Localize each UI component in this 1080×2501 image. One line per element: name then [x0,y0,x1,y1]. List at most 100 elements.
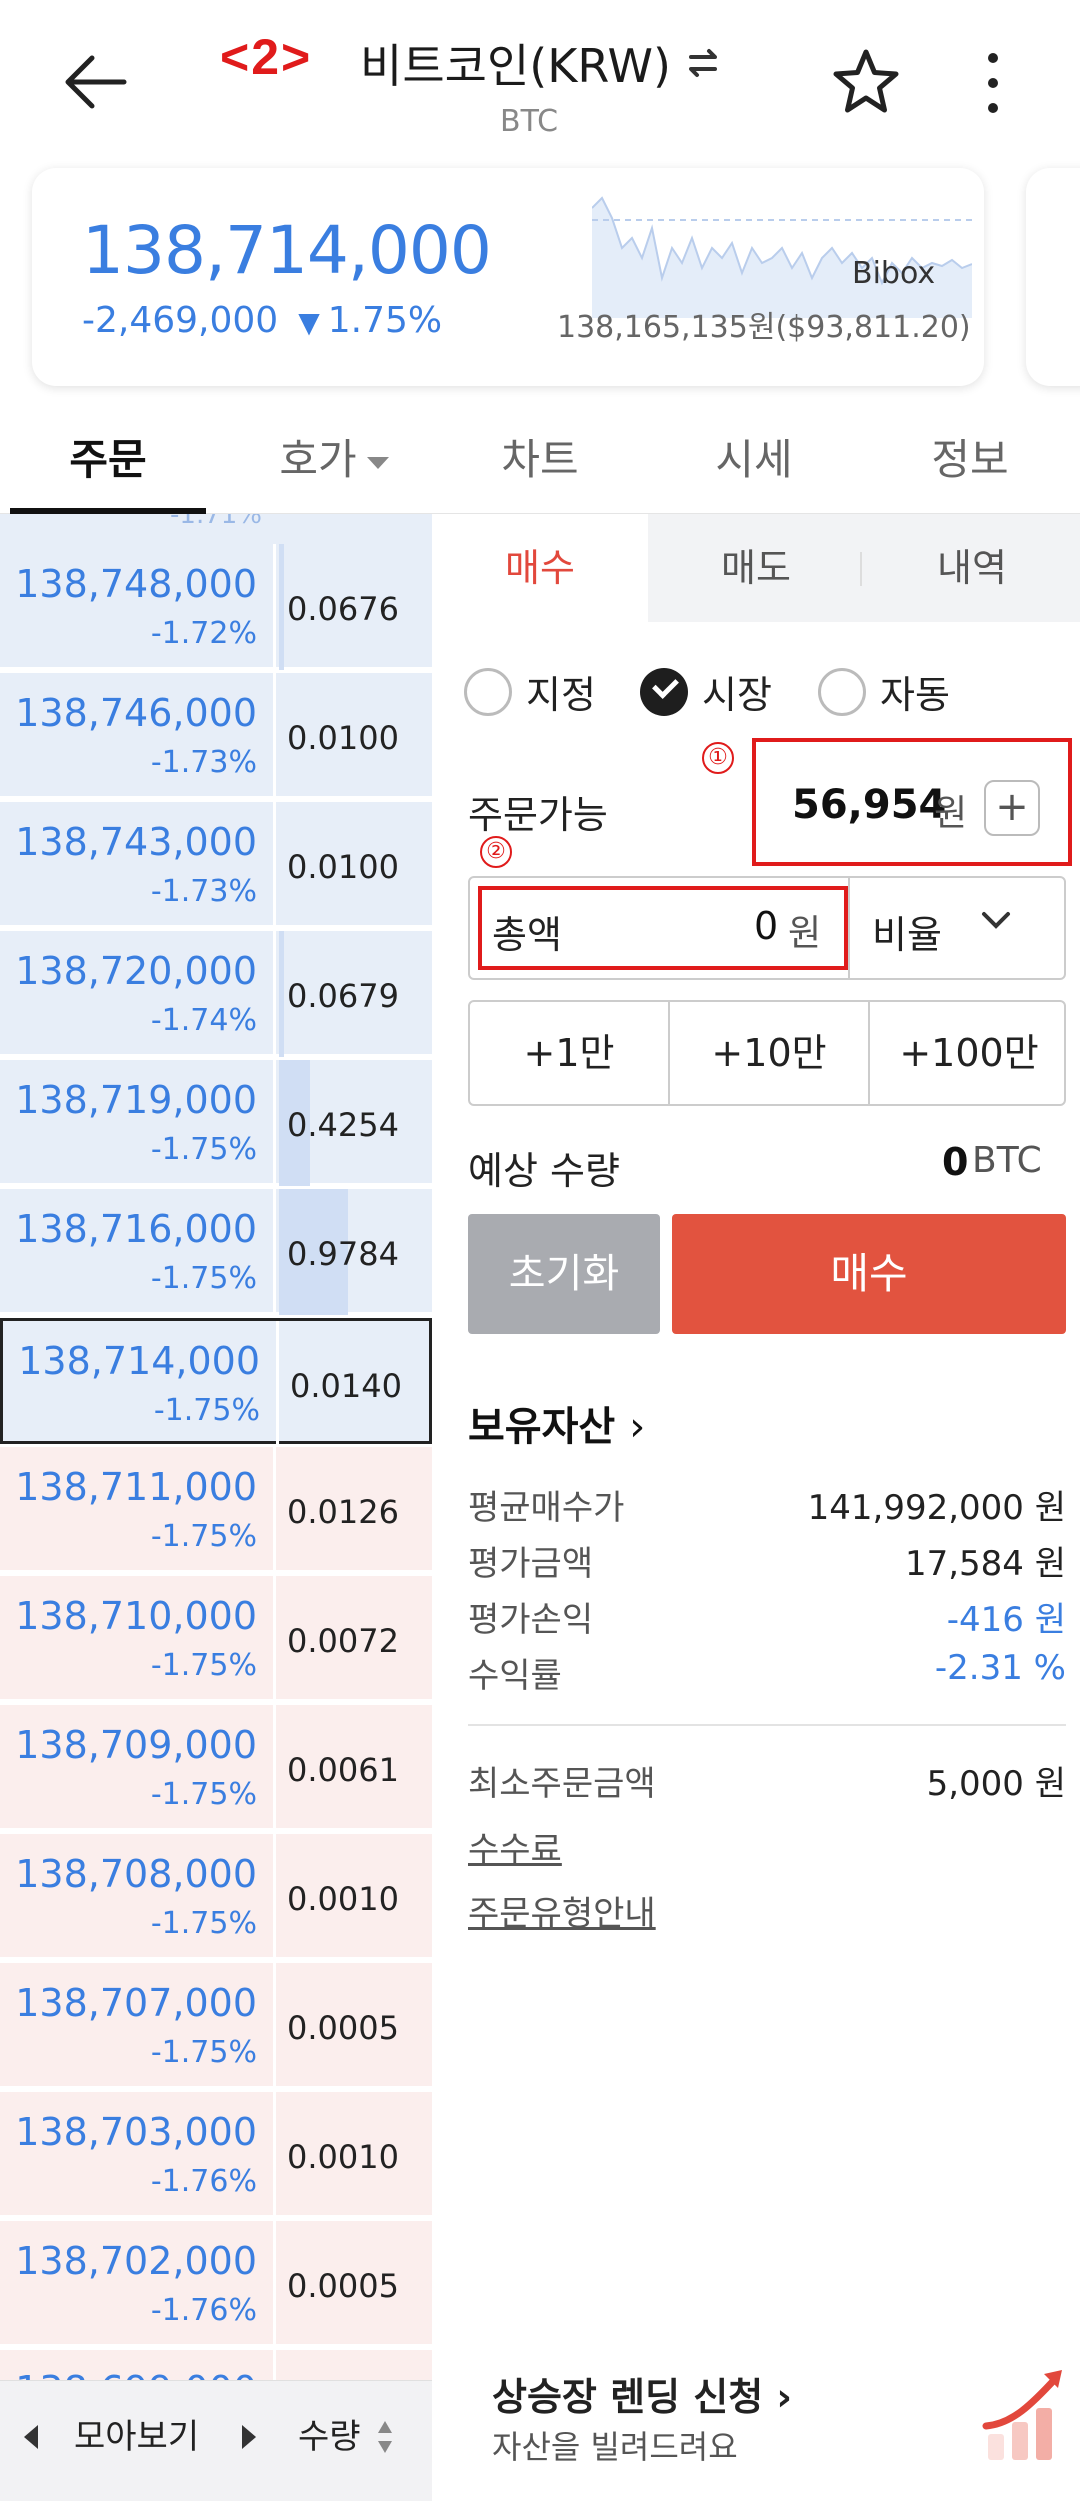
total-value[interactable]: 0 [754,904,778,948]
orderbook-row[interactable]: 138,719,000 -1.75% 0.4254 [0,1060,432,1186]
back-arrow-icon[interactable] [62,42,162,122]
orderbook-price-cell[interactable]: 138,707,000 -1.75% [0,1963,276,2089]
ratio-dropdown[interactable]: 비율 [872,904,942,959]
orderbook-price-cell[interactable]: 138,710,000 -1.75% [0,1576,276,1702]
orderbook-price-cell[interactable]: 138,748,000 -1.72% [0,544,276,670]
next-price-card[interactable] [1026,168,1080,386]
orderbook-row[interactable]: 138,709,000 -1.75% 0.0061 [0,1705,432,1831]
orderbook-qty-cell[interactable]: 0.0005 [279,2221,432,2347]
orderbook-price-cell[interactable]: 138,703,000 -1.76% [0,2092,276,2218]
min-order-row: 최소주문금액 5,000 원 [468,1756,1066,1806]
orderbook-price-cell[interactable]: 138,719,000 -1.75% [0,1060,276,1186]
tab-chart[interactable]: 차트 [442,426,638,496]
tab-market[interactable]: 시세 [656,426,852,496]
orderbook-depth-bar [279,931,284,1057]
orderbook-row[interactable]: 138,743,000 -1.73% 0.0100 [0,802,432,928]
orderbook-price: 138,719,000 [15,1078,257,1122]
tab-order[interactable]: 주문 [10,426,206,496]
orderbook-price-cell[interactable]: 138,716,000 -1.75% [0,1189,276,1315]
orderbook-qty-cell[interactable]: 0.0126 [279,1447,432,1573]
change-percent: 1.75% [327,300,443,341]
orderbook[interactable]: -1.71% 138,748,000 -1.72% 0.0676 138,746,00… [0,514,432,2380]
orderbook-price: 138,709,000 [15,1723,257,1767]
orderbook-price-cell[interactable]: 138,720,000 -1.74% [0,931,276,1057]
holdings-title-label: 보유자산 [468,1404,616,1450]
orderbook-price-cell[interactable]: 138,743,000 -1.73% [0,802,276,928]
orderbook-row-current[interactable]: 138,714,000 -1.75% 0.0140 [0,1318,432,1447]
sort-icon[interactable] [376,2417,394,2457]
radio-circle [818,667,866,716]
swap-icon[interactable] [683,43,723,83]
radio-auto[interactable]: 자동 [818,664,950,719]
orderbook-qty-cell[interactable]: 0.0010 [279,1834,432,1960]
price-card[interactable]: 138,714,000 -2,469,000 ▼ 1.75% Bibox 138,1… [32,168,984,386]
orderbook-change-pct: -1.75% [150,1261,257,1296]
radio-limit[interactable]: 지정 [464,664,596,719]
fee-link[interactable]: 수수료 [468,1822,562,1871]
orderbook-qty-cell[interactable]: 0.0061 [279,1705,432,1831]
orderbook-row[interactable]: 138,716,000 -1.75% 0.9784 [0,1189,432,1315]
orderbook-price-cell[interactable]: 138,711,000 -1.75% [0,1447,276,1573]
orderbook-row[interactable]: 138,711,000 -1.75% 0.0126 [0,1447,432,1573]
total-unit: 원 [788,913,822,954]
orderbook-price-cell[interactable]: 138,709,000 -1.75% [0,1705,276,1831]
chevron-down-icon[interactable] [974,898,1018,942]
lending-promo-banner[interactable]: 상승장 렌딩 신청 › 자산을 빌려드려요 [492,2366,1062,2486]
orderbook-price-cell[interactable]: 138,714,000 -1.75% [3,1321,279,1447]
orderbook-bottom-bar: 모아보기 수량 [0,2380,432,2501]
tab-info[interactable]: 정보 [872,426,1068,496]
holdings-title[interactable]: 보유자산 › [468,1394,645,1452]
orderbook-qty-cell[interactable]: 0.9784 [279,1189,432,1315]
group-view-label[interactable]: 모아보기 [74,2409,199,2458]
order-type-radios: 지정 시장 자동 [464,664,1064,724]
orderbook-row[interactable]: 138,710,000 -1.75% 0.0072 [0,1576,432,1702]
subtab-sell[interactable]: 매도 [648,514,864,622]
reset-button[interactable]: 초기화 [468,1214,660,1334]
radio-limit-label: 지정 [526,673,596,717]
annotation-label: <2> [220,29,313,85]
orderbook-qty-cell[interactable]: 0.0676 [279,544,432,670]
orderbook-row[interactable]: 138,748,000 -1.72% 0.0676 [0,544,432,670]
orderbook-row[interactable]: 138,703,000 -1.76% 0.0010 [0,2092,432,2218]
orderbook-row[interactable]: 138,702,000 -1.76% 0.0005 [0,2221,432,2347]
orderbook-price-cell[interactable]: 138,708,000 -1.75% [0,1834,276,1960]
orderbook-qty-cell[interactable]: 0.0005 [279,1963,432,2089]
orderbook-qty: 0.0010 [287,1880,399,1918]
subtab-buy[interactable]: 매수 [432,514,648,622]
favorite-star-icon[interactable] [828,44,904,120]
orderbook-row[interactable]: 138,720,000 -1.74% 0.0679 [0,931,432,1057]
more-menu-icon[interactable] [968,48,1018,118]
orderbook-price: 138,711,000 [15,1465,257,1509]
orderbook-row[interactable]: 138,699,000 [0,2350,432,2380]
left-arrow-icon[interactable] [24,2425,38,2449]
orderbook-price: 138,703,000 [15,2110,257,2154]
subtab-history[interactable]: 내역 [864,514,1080,622]
orderbook-price-cell[interactable]: 138,746,000 -1.73% [0,673,276,799]
orderbook-qty-cell[interactable]: 0.0679 [279,931,432,1057]
add-funds-button[interactable]: + [984,780,1040,836]
orderbook-row[interactable]: 138,746,000 -1.73% 0.0100 [0,673,432,799]
quantity-sort-label[interactable]: 수량 [298,2409,361,2458]
order-type-guide-link[interactable]: 주문유형안내 [468,1886,656,1935]
orderbook-qty-cell[interactable]: 0.0100 [279,802,432,928]
coin-title-group[interactable]: 비트코인(KRW) [360,30,723,96]
buy-button[interactable]: 매수 [672,1214,1066,1334]
estimated-qty-unit: BTC [972,1140,1042,1181]
orderbook-qty-cell[interactable]: 0.4254 [279,1060,432,1186]
orderbook-qty-cell[interactable] [279,2350,432,2380]
orderbook-change-pct: -1.75% [150,1132,257,1167]
add-100k-button[interactable]: +10만 [670,1002,868,1104]
orderbook-row[interactable]: 138,708,000 -1.75% 0.0010 [0,1834,432,1960]
radio-market[interactable]: 시장 [640,664,772,719]
orderbook-price-cell[interactable]: 138,702,000 -1.76% [0,2221,276,2347]
tab-orderbook[interactable]: 호가 [236,426,432,496]
orderbook-row[interactable]: 138,707,000 -1.75% 0.0005 [0,1963,432,2089]
orderbook-qty-cell[interactable]: 0.0010 [279,2092,432,2218]
add-10k-button[interactable]: +1만 [470,1002,668,1104]
right-arrow-icon[interactable] [242,2425,256,2449]
orderbook-qty-cell[interactable]: 0.0140 [282,1321,432,1447]
add-1m-button[interactable]: +100만 [870,1002,1068,1104]
orderbook-price-cell[interactable]: 138,699,000 [0,2350,276,2380]
orderbook-qty-cell[interactable]: 0.0100 [279,673,432,799]
orderbook-qty-cell[interactable]: 0.0072 [279,1576,432,1702]
